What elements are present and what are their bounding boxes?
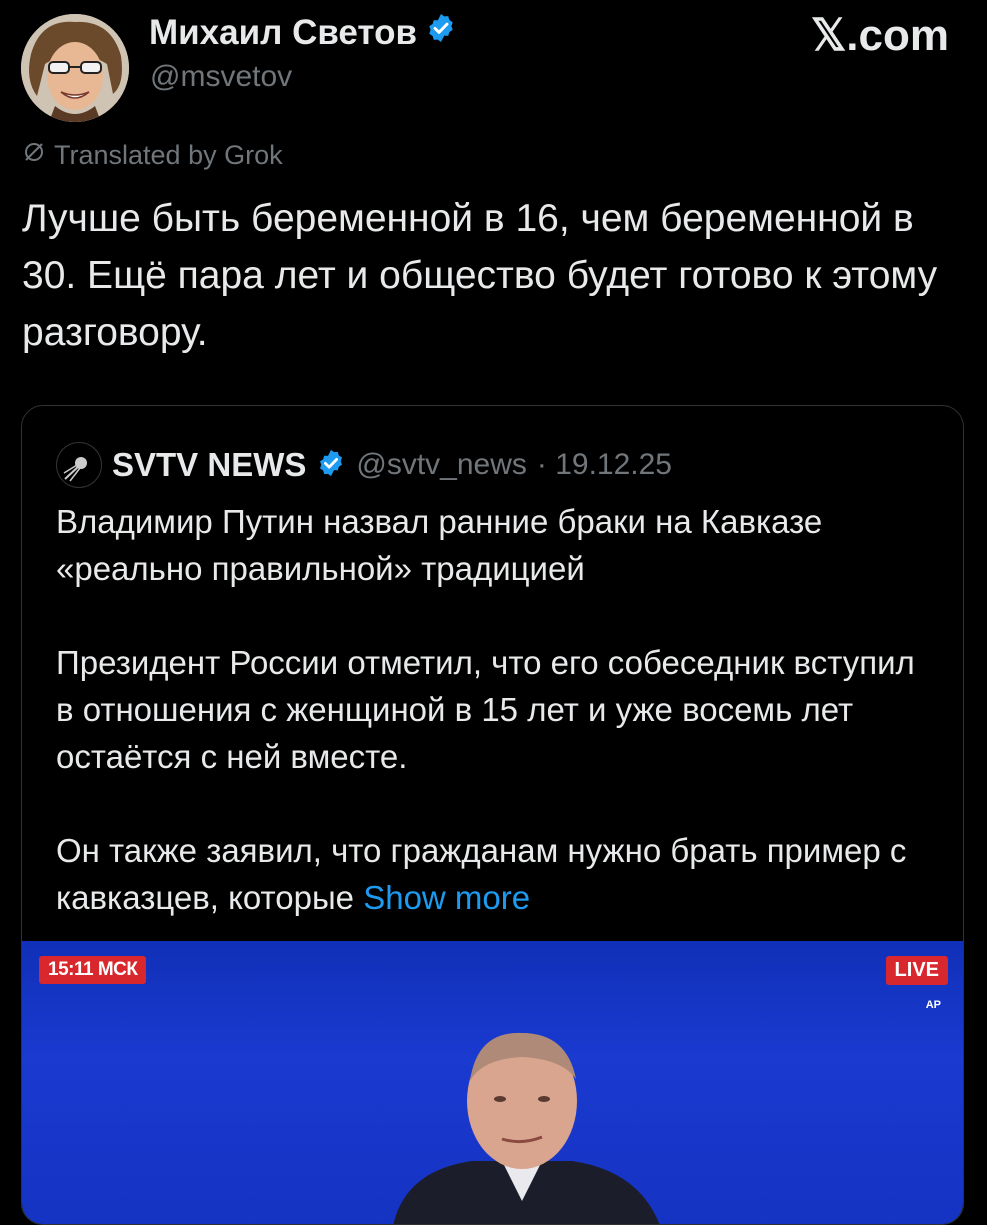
author-name-text: Михаил Светов xyxy=(149,12,417,52)
agency-label: AP xyxy=(925,999,941,1011)
quote-author-name[interactable]: SVTV NEWS xyxy=(112,446,306,484)
site-label: 𝕏.com xyxy=(810,11,949,60)
show-more-link[interactable]: Show more xyxy=(363,879,530,916)
quote-text: Владимир Путин назвал ранние браки на Ка… xyxy=(56,498,936,921)
quote-date[interactable]: · 19.12.25 xyxy=(537,448,672,482)
author-handle[interactable]: @msvetov xyxy=(150,60,292,94)
author-name[interactable]: Михаил Светов xyxy=(149,12,457,53)
quote-media-video[interactable]: 15:11 МСК LIVE AP xyxy=(22,941,963,1224)
translated-by-grok[interactable]: Translated by Grok xyxy=(22,140,283,171)
quote-author-handle[interactable]: @svtv_news xyxy=(356,448,527,482)
live-badge: LIVE xyxy=(885,956,948,985)
author-avatar[interactable] xyxy=(21,14,129,122)
quote-header: SVTV NEWS @svtv_news · 19.12.25 xyxy=(56,442,672,488)
speaker-figure-image xyxy=(393,1032,660,1224)
svtv-avatar-icon[interactable] xyxy=(56,442,102,488)
verified-badge-icon xyxy=(425,12,457,53)
time-badge: 15:11 МСК xyxy=(39,956,147,984)
translated-label: Translated by Grok xyxy=(54,140,283,170)
grok-icon xyxy=(22,140,46,171)
quote-verified-badge-icon xyxy=(316,448,346,483)
avatar-image xyxy=(21,14,129,122)
quote-paragraph-last: Он также заявил, что гражданам нужно бра… xyxy=(56,827,936,921)
tweet-text: Лучше быть беременной в 16, чем беременн… xyxy=(22,197,938,354)
quoted-tweet-card[interactable]: SVTV NEWS @svtv_news · 19.12.25 Владимир… xyxy=(21,405,964,1225)
quote-paragraph: Президент России отметил, что его собесе… xyxy=(56,644,915,775)
quote-paragraph: Владимир Путин назвал ранние браки на Ка… xyxy=(56,503,823,587)
